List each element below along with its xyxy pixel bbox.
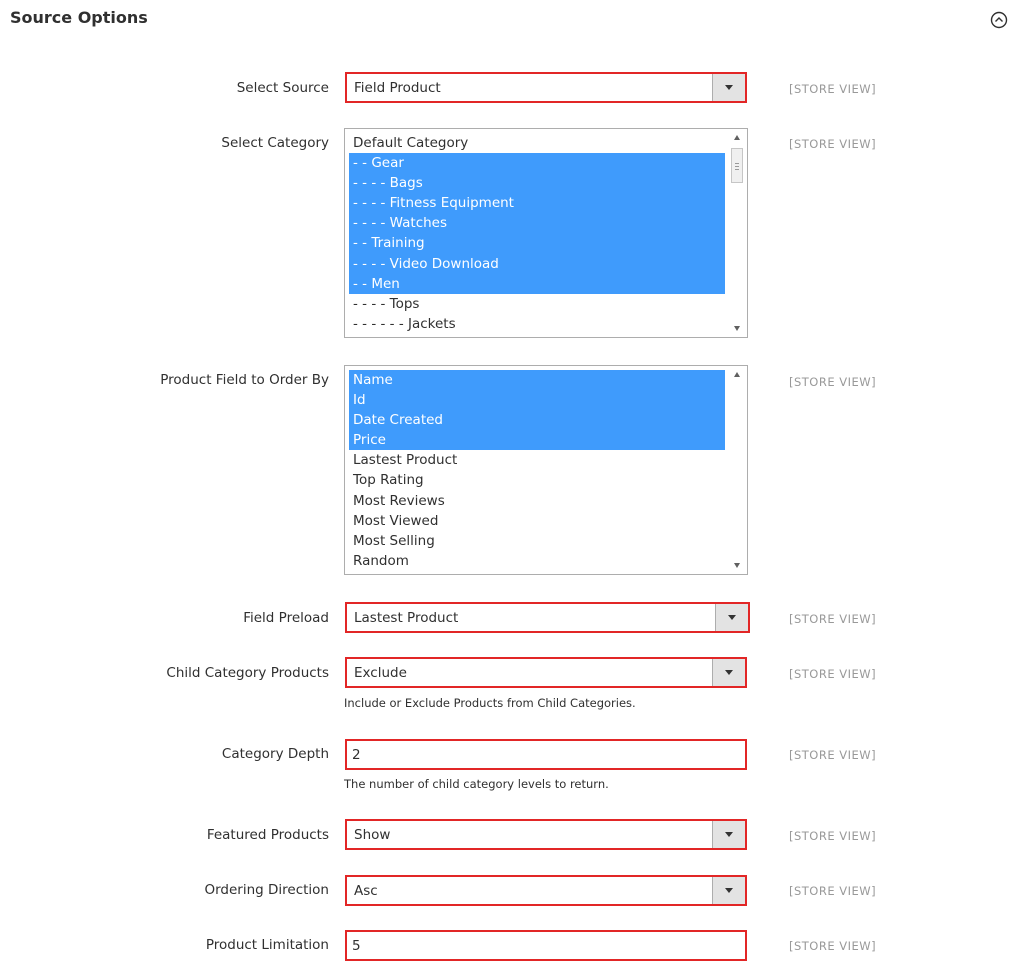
dropdown-arrow-button[interactable] bbox=[715, 604, 748, 631]
order-by-option[interactable]: Top Rating bbox=[349, 470, 725, 490]
featured-products-label: Featured Products bbox=[206, 827, 329, 843]
scope-label: [STORE VIEW] bbox=[789, 829, 877, 843]
field-preload-dropdown[interactable]: Lastest Product bbox=[345, 602, 750, 633]
grip-line bbox=[735, 166, 739, 167]
category-depth-input[interactable] bbox=[345, 739, 747, 770]
chevron-down-icon bbox=[725, 888, 733, 893]
category-depth-note: The number of child category levels to r… bbox=[344, 777, 609, 791]
scroll-thumb[interactable] bbox=[731, 148, 743, 183]
ordering-direction-label: Ordering Direction bbox=[204, 882, 329, 898]
order-by-option[interactable]: Most Selling bbox=[349, 531, 725, 551]
category-option[interactable]: - - - - Video Download bbox=[349, 253, 725, 274]
dropdown-arrow-button[interactable] bbox=[712, 821, 745, 848]
select-source-value: Field Product bbox=[354, 80, 441, 96]
child-category-dropdown[interactable]: Exclude bbox=[345, 657, 747, 688]
product-limitation-label: Product Limitation bbox=[205, 937, 329, 953]
chevron-down-icon bbox=[728, 615, 736, 620]
scope-label: [STORE VIEW] bbox=[789, 939, 877, 953]
scroll-up-icon[interactable] bbox=[734, 135, 740, 140]
product-limitation-input[interactable] bbox=[345, 930, 747, 961]
ordering-direction-value: Asc bbox=[354, 883, 378, 899]
scroll-down-icon[interactable] bbox=[734, 326, 740, 331]
section-title: Source Options bbox=[10, 8, 148, 27]
category-option[interactable]: - - - - - - Jackets bbox=[349, 314, 725, 334]
field-preload-value: Lastest Product bbox=[354, 610, 459, 626]
order-by-option[interactable]: Date Created bbox=[349, 410, 725, 431]
child-category-label: Child Category Products bbox=[166, 665, 329, 681]
scope-label: [STORE VIEW] bbox=[789, 375, 877, 389]
ordering-direction-dropdown[interactable]: Asc bbox=[345, 875, 747, 906]
category-option[interactable]: - - Men bbox=[349, 273, 725, 294]
select-category-label: Select Category bbox=[221, 135, 329, 151]
category-option[interactable]: - - - - Fitness Equipment bbox=[349, 193, 725, 214]
order-by-option[interactable]: Id bbox=[349, 390, 725, 411]
chevron-down-icon bbox=[725, 832, 733, 837]
order-by-option[interactable]: Price bbox=[349, 430, 725, 451]
scope-label: [STORE VIEW] bbox=[789, 667, 877, 681]
select-source-label: Select Source bbox=[236, 80, 329, 96]
select-category-listbox[interactable]: Default Category - - Gear - - - - Bags - - … bbox=[344, 128, 748, 338]
order-by-option[interactable]: Lastest Product bbox=[349, 450, 725, 470]
grip-line bbox=[735, 169, 739, 170]
category-option[interactable]: - - - - Tops bbox=[349, 294, 725, 314]
category-option[interactable]: - - - - Watches bbox=[349, 213, 725, 234]
order-by-option[interactable]: Most Viewed bbox=[349, 511, 725, 531]
child-category-note: Include or Exclude Products from Child C… bbox=[344, 696, 636, 710]
chevron-down-icon bbox=[725, 670, 733, 675]
scope-label: [STORE VIEW] bbox=[789, 612, 877, 626]
child-category-value: Exclude bbox=[354, 665, 407, 681]
order-by-label: Product Field to Order By bbox=[160, 372, 329, 388]
scope-label: [STORE VIEW] bbox=[789, 884, 877, 898]
scope-label: [STORE VIEW] bbox=[789, 748, 877, 762]
order-by-options: Name Id Date Created Price Lastest Product To… bbox=[349, 370, 725, 571]
category-option[interactable]: - - Training bbox=[349, 233, 725, 254]
order-by-option[interactable]: Name bbox=[349, 370, 725, 391]
featured-products-dropdown[interactable]: Show bbox=[345, 819, 747, 850]
featured-products-value: Show bbox=[354, 827, 391, 843]
scroll-down-icon[interactable] bbox=[734, 563, 740, 568]
category-option[interactable]: Default Category bbox=[349, 133, 725, 153]
dropdown-arrow-button[interactable] bbox=[712, 74, 745, 101]
dropdown-arrow-button[interactable] bbox=[712, 659, 745, 686]
chevron-up-circle-icon[interactable] bbox=[990, 11, 1008, 29]
dropdown-arrow-button[interactable] bbox=[712, 877, 745, 904]
category-option[interactable]: - - - - Bags bbox=[349, 173, 725, 194]
scrollbar[interactable] bbox=[729, 366, 747, 574]
order-by-option[interactable]: Random bbox=[349, 551, 725, 571]
category-options: Default Category - - Gear - - - - Bags - - … bbox=[349, 133, 725, 334]
category-depth-label: Category Depth bbox=[221, 746, 329, 762]
select-source-dropdown[interactable]: Field Product bbox=[345, 72, 747, 103]
category-option[interactable]: - - Gear bbox=[349, 153, 725, 174]
grip-line bbox=[735, 163, 739, 164]
scrollbar[interactable] bbox=[729, 129, 747, 337]
order-by-listbox[interactable]: Name Id Date Created Price Lastest Product To… bbox=[344, 365, 748, 575]
scope-label: [STORE VIEW] bbox=[789, 82, 877, 96]
order-by-option[interactable]: Most Reviews bbox=[349, 491, 725, 511]
chevron-down-icon bbox=[725, 85, 733, 90]
scope-label: [STORE VIEW] bbox=[789, 137, 877, 151]
field-preload-label: Field Preload bbox=[243, 610, 329, 626]
scroll-up-icon[interactable] bbox=[734, 372, 740, 377]
